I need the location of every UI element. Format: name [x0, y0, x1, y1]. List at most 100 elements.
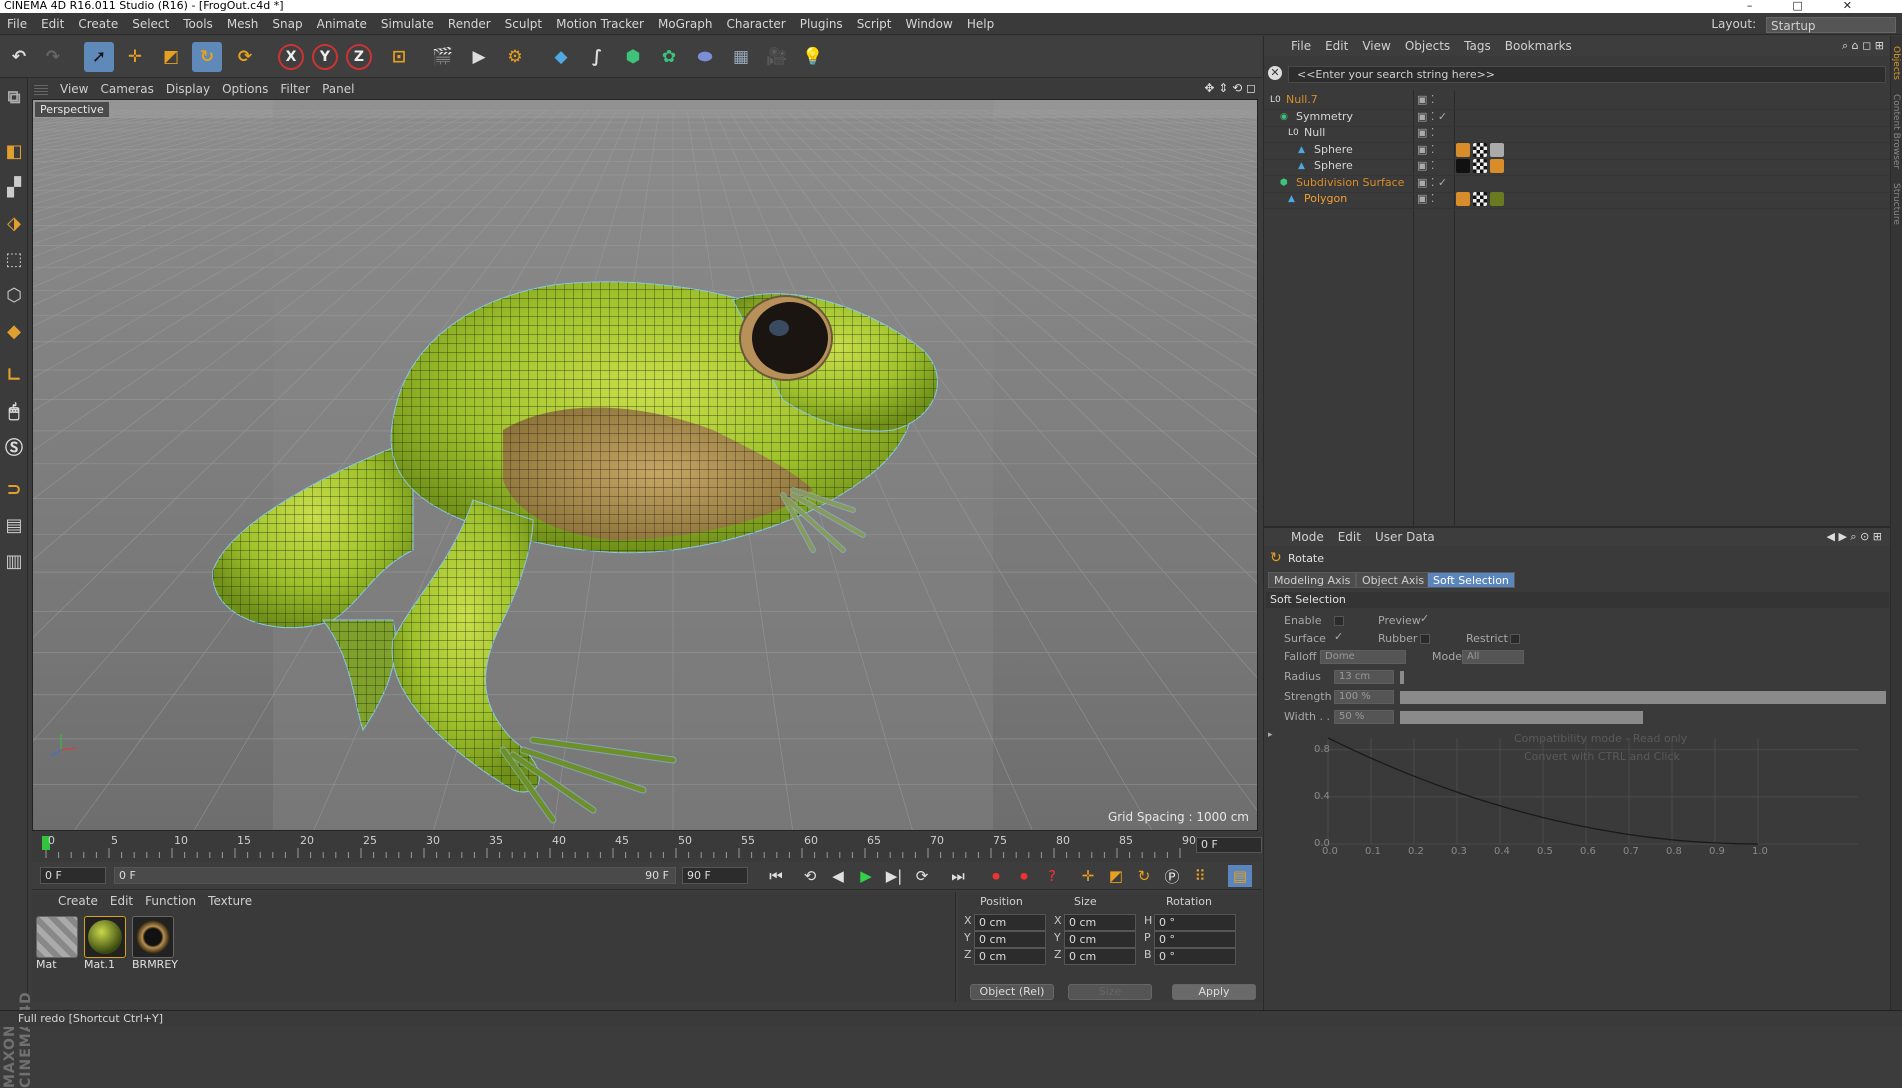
previous-key-icon[interactable]: ⟲: [798, 865, 822, 887]
preview-checkbox[interactable]: ✓: [1420, 612, 1429, 625]
autokeying-icon[interactable]: ⏺: [1012, 865, 1036, 887]
width-field[interactable]: 50 %: [1334, 710, 1394, 724]
deformer-icon[interactable]: ⬬: [690, 42, 720, 72]
axis-mode-icon[interactable]: ∟: [2, 362, 26, 388]
timeline-ruler[interactable]: 0 5 10 15 20 25 30 35 40 45 50 55 60 65 70 75 80 85 90 0 F: [32, 832, 1262, 862]
record-active-objects-icon[interactable]: ⏺: [984, 865, 1008, 887]
material-menu-create[interactable]: Create: [52, 892, 104, 910]
tag-icon[interactable]: [1456, 142, 1470, 157]
viewport-menu-view[interactable]: View: [54, 80, 94, 98]
perspective-viewport[interactable]: Perspective Grid Spacing : 1000 cm: [32, 99, 1258, 831]
lock-workplane-icon[interactable]: ▤: [2, 512, 26, 538]
record-parameter-icon[interactable]: Ⓟ: [1160, 865, 1184, 887]
surface-checkbox[interactable]: ✓: [1334, 630, 1343, 643]
preview-range-slider[interactable]: 0 F 90 F: [114, 867, 676, 884]
menu-motion-tracker[interactable]: Motion Tracker: [549, 13, 651, 35]
strength-slider[interactable]: [1400, 691, 1886, 704]
tag-icon[interactable]: [1473, 192, 1487, 206]
menu-mesh[interactable]: Mesh: [220, 13, 266, 35]
material-menu-function[interactable]: Function: [139, 892, 202, 910]
menu-sculpt[interactable]: Sculpt: [498, 13, 549, 35]
workplane-mode-icon[interactable]: ⬗: [2, 210, 26, 236]
material-menu-texture[interactable]: Texture: [202, 892, 258, 910]
go-to-start-icon[interactable]: ⏮: [764, 865, 788, 887]
render-view-icon[interactable]: 🎬: [428, 42, 458, 72]
strength-field[interactable]: 100 %: [1334, 690, 1394, 704]
object-search-input[interactable]: <<Enter your search string here>>: [1288, 66, 1886, 83]
record-position-icon[interactable]: ✛: [1076, 865, 1100, 887]
coordinate-mode-dropdown[interactable]: Object (Rel): [970, 984, 1054, 1000]
om-search-home-icons[interactable]: ⌕ ⌂ ◻ ⊞: [1842, 36, 1884, 56]
tag-icon[interactable]: [1456, 159, 1470, 173]
panel-grip-icon[interactable]: [34, 83, 48, 95]
next-frame-icon[interactable]: ▶|: [882, 865, 906, 887]
menu-edit[interactable]: Edit: [34, 13, 71, 35]
structure-tab[interactable]: Structure: [1891, 183, 1901, 225]
size-field[interactable]: 0 cm: [1064, 931, 1136, 948]
previous-frame-icon[interactable]: ◀: [826, 865, 850, 887]
content-browser-tab[interactable]: Content Browser: [1891, 94, 1901, 169]
radius-field[interactable]: 13 cm: [1334, 670, 1394, 684]
am-menu-user-data[interactable]: User Data: [1368, 528, 1442, 546]
menu-script[interactable]: Script: [850, 13, 899, 35]
record-rotation-icon[interactable]: ↻: [1132, 865, 1156, 887]
record-scale-icon[interactable]: ◩: [1104, 865, 1128, 887]
om-menu-view[interactable]: View: [1355, 36, 1397, 56]
tag-icon[interactable]: [1473, 142, 1487, 157]
close-search-icon[interactable]: ✕: [1268, 66, 1282, 80]
menu-help[interactable]: Help: [960, 13, 1001, 35]
falloff-dropdown[interactable]: Dome: [1320, 650, 1406, 664]
undo-icon[interactable]: ↶: [4, 42, 34, 72]
z-axis-lock-icon[interactable]: Z: [344, 42, 374, 72]
position-field[interactable]: 0 cm: [974, 948, 1046, 965]
keyframe-selection-icon[interactable]: ?: [1040, 865, 1064, 887]
rotate-tool-icon[interactable]: ↻: [192, 42, 222, 72]
render-picture-viewer-icon[interactable]: ▶: [464, 42, 494, 72]
menu-select[interactable]: Select: [125, 13, 176, 35]
go-to-end-icon[interactable]: ⏭: [946, 865, 970, 887]
menu-snap[interactable]: Snap: [265, 13, 309, 35]
viewport-menu-filter[interactable]: Filter: [274, 80, 316, 98]
enable-checkbox[interactable]: [1334, 616, 1344, 626]
mode-dropdown[interactable]: All: [1462, 650, 1524, 664]
viewport-menu-panel[interactable]: Panel: [316, 80, 360, 98]
spline-icon[interactable]: ∫: [582, 42, 612, 72]
menu-file[interactable]: File: [0, 13, 34, 35]
current-frame-field[interactable]: 0 F: [1196, 837, 1262, 853]
am-menu-edit[interactable]: Edit: [1331, 528, 1368, 546]
size-field[interactable]: 0 cm: [1064, 914, 1136, 931]
menu-tools[interactable]: Tools: [176, 13, 220, 35]
subdivision-surface-icon[interactable]: ⬢: [618, 42, 648, 72]
am-menu-mode[interactable]: Mode: [1284, 528, 1331, 546]
play-forward-icon[interactable]: ▶: [854, 865, 878, 887]
next-key-icon[interactable]: ⟳: [910, 865, 934, 887]
tweak-mode-icon[interactable]: 🖱: [2, 398, 26, 424]
model-mode-icon[interactable]: ◧: [2, 138, 26, 164]
magnet-icon[interactable]: ⊃: [2, 476, 26, 502]
om-menu-bookmarks[interactable]: Bookmarks: [1498, 36, 1579, 56]
apply-button[interactable]: Apply: [1172, 984, 1256, 1000]
viewport-navigation-icons[interactable]: ✥ ⇕ ⟲ ◻: [1204, 81, 1256, 95]
size-mode-dropdown[interactable]: Size: [1068, 984, 1152, 1000]
coordinate-system-icon[interactable]: ⊡: [384, 42, 414, 72]
record-point-level-icon[interactable]: ⠿: [1188, 865, 1212, 887]
objects-tab[interactable]: Objects: [1891, 46, 1901, 80]
floor-scene-icon[interactable]: ▦: [726, 42, 756, 72]
position-field[interactable]: 0 cm: [974, 914, 1046, 931]
om-menu-objects[interactable]: Objects: [1398, 36, 1457, 56]
texture-mode-icon[interactable]: ▞: [2, 174, 26, 200]
om-menu-tags[interactable]: Tags: [1457, 36, 1498, 56]
move-tool-icon[interactable]: ✛: [120, 42, 150, 72]
menu-character[interactable]: Character: [719, 13, 792, 35]
tag-icon[interactable]: [1490, 159, 1504, 173]
material-menu-edit[interactable]: Edit: [104, 892, 139, 910]
position-field[interactable]: 0 cm: [974, 931, 1046, 948]
viewport-menu-options[interactable]: Options: [216, 80, 274, 98]
size-field[interactable]: 0 cm: [1064, 948, 1136, 965]
visibility-flags-icon[interactable]: ▣ ⁚: [1417, 189, 1434, 209]
rotation-field[interactable]: 0 °: [1154, 948, 1236, 965]
live-selection-icon[interactable]: ➚: [84, 42, 114, 72]
viewport-menu-cameras[interactable]: Cameras: [94, 80, 159, 98]
viewport-menu-display[interactable]: Display: [160, 80, 216, 98]
planar-workplane-icon[interactable]: ▥: [2, 548, 26, 574]
